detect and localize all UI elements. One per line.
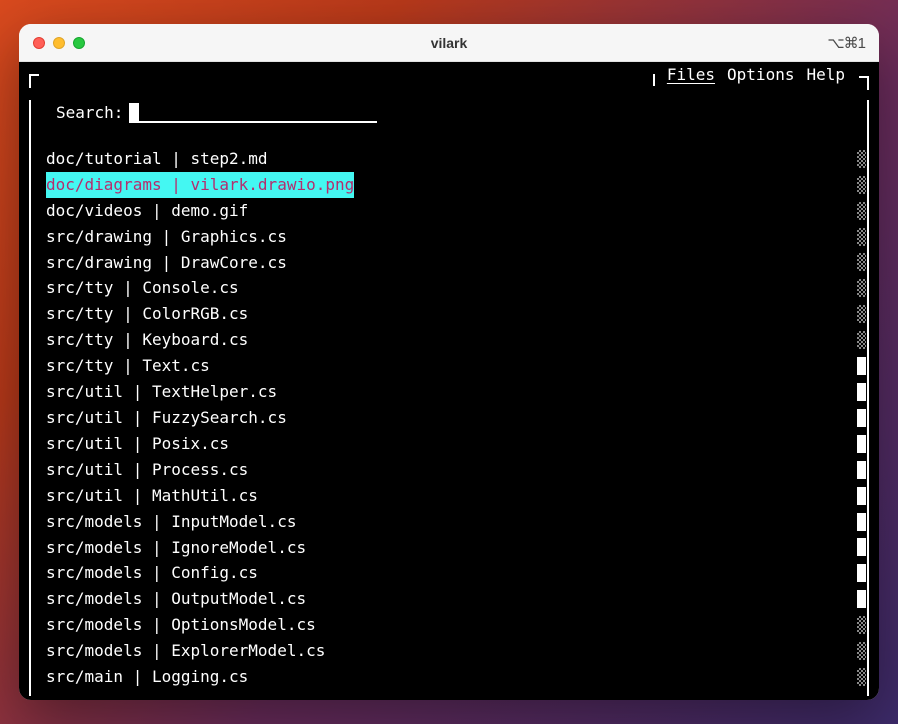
minimize-icon[interactable] [53,37,65,49]
cursor-icon [129,103,139,123]
file-label: src/models | Config.cs [46,560,258,586]
menu-item-options[interactable]: Options [721,62,800,88]
scrollbar-tick-icon[interactable] [857,279,866,297]
scrollbar-tick-icon[interactable] [857,590,866,608]
file-label: src/util | Posix.cs [46,431,229,457]
scrollbar-tick-icon[interactable] [857,668,866,686]
file-label: doc/tutorial | step2.md [46,146,268,172]
file-label: src/models | OptionsModel.cs [46,612,316,638]
file-row[interactable]: src/tty | Text.cs [46,353,867,379]
file-label: src/models | IgnoreModel.cs [46,535,306,561]
zoom-icon[interactable] [73,37,85,49]
scrollbar-tick-icon[interactable] [857,409,866,427]
file-row[interactable]: src/util | Process.cs [46,457,867,483]
file-row[interactable]: doc/tutorial | step2.md [46,146,867,172]
scrollbar-tick-icon[interactable] [857,305,866,323]
file-label: src/drawing | DrawCore.cs [46,250,287,276]
file-label: src/tty | Keyboard.cs [46,327,248,353]
file-row[interactable]: src/models | OptionsModel.cs [46,612,867,638]
file-row[interactable]: src/tty | ColorRGB.cs [46,301,867,327]
file-label: src/util | TextHelper.cs [46,379,277,405]
window-title: vilark [19,35,879,51]
file-row[interactable]: src/tty | Console.cs [46,275,867,301]
file-row[interactable]: src/tty | Keyboard.cs [46,327,867,353]
file-row[interactable]: src/util | MathUtil.cs [46,483,867,509]
file-label: src/tty | ColorRGB.cs [46,301,248,327]
scrollbar-tick-icon[interactable] [857,253,866,271]
file-label: src/models | OutputModel.cs [46,586,306,612]
file-listing: doc/tutorial | step2.mddoc/diagrams | vi… [31,146,867,690]
search-label: Search: [56,100,123,126]
scrollbar-tick-icon[interactable] [857,435,866,453]
file-row[interactable]: doc/videos | demo.gif [46,198,867,224]
search-input[interactable] [129,103,377,123]
scrollbar-tick-icon[interactable] [857,383,866,401]
file-row[interactable]: src/models | ExplorerModel.cs [46,638,867,664]
file-label: src/tty | Console.cs [46,275,239,301]
file-row[interactable]: src/drawing | DrawCore.cs [46,250,867,276]
terminal-menu: FilesOptionsHelp [661,62,853,88]
scrollbar-tick-icon[interactable] [857,642,866,660]
search-row: Search: [31,100,867,126]
scrollbar-tick-icon[interactable] [857,202,866,220]
close-icon[interactable] [33,37,45,49]
file-row[interactable]: src/main | Logging.cs [46,664,867,690]
file-label: src/tty | Text.cs [46,353,210,379]
file-row[interactable]: src/util | FuzzySearch.cs [46,405,867,431]
app-window: vilark ⌥⌘1 FilesOptionsHelp Search: doc/… [19,24,879,700]
menu-item-files[interactable]: Files [661,62,721,88]
file-row[interactable]: src/util | Posix.cs [46,431,867,457]
file-label: src/models | ExplorerModel.cs [46,638,325,664]
file-row[interactable]: doc/diagrams | vilark.drawio.png [46,172,867,198]
scrollbar-tick-icon[interactable] [857,461,866,479]
scrollbar-tick-icon[interactable] [857,538,866,556]
file-row[interactable]: src/models | OutputModel.cs [46,586,867,612]
file-row[interactable]: src/models | IgnoreModel.cs [46,535,867,561]
scrollbar-tick-icon[interactable] [857,228,866,246]
file-row[interactable]: src/models | InputModel.cs [46,509,867,535]
terminal-body: Search: doc/tutorial | step2.mddoc/diagr… [29,100,869,696]
terminal: FilesOptionsHelp Search: doc/tutorial | … [19,62,879,700]
file-label: src/drawing | Graphics.cs [46,224,287,250]
file-label: src/util | MathUtil.cs [46,483,258,509]
scrollbar-tick-icon[interactable] [857,331,866,349]
file-label: src/main | Logging.cs [46,664,248,690]
menu-item-help[interactable]: Help [800,62,851,88]
traffic-lights [33,37,85,49]
scrollbar-tick-icon[interactable] [857,513,866,531]
file-label: doc/diagrams | vilark.drawio.png [46,172,354,198]
file-label: doc/videos | demo.gif [46,198,248,224]
file-label: src/util | FuzzySearch.cs [46,405,287,431]
file-row[interactable]: src/util | TextHelper.cs [46,379,867,405]
scrollbar-tick-icon[interactable] [857,357,866,375]
terminal-frame-top: FilesOptionsHelp [29,64,869,86]
file-row[interactable]: src/drawing | Graphics.cs [46,224,867,250]
window-shortcut: ⌥⌘1 [827,34,865,52]
scrollbar-tick-icon[interactable] [857,616,866,634]
file-row[interactable]: src/models | Config.cs [46,560,867,586]
scrollbar-tick-icon[interactable] [857,564,866,582]
file-label: src/util | Process.cs [46,457,248,483]
scrollbar-tick-icon[interactable] [857,150,866,168]
file-label: src/models | InputModel.cs [46,509,296,535]
scrollbar-tick-icon[interactable] [857,487,866,505]
scrollbar-tick-icon[interactable] [857,176,866,194]
titlebar[interactable]: vilark ⌥⌘1 [19,24,879,62]
